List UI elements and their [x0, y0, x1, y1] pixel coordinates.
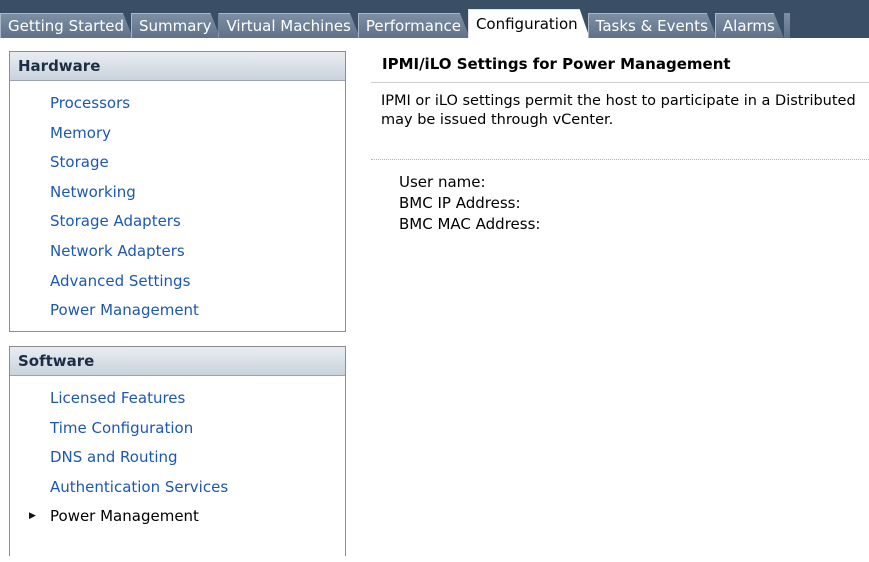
field-bmc-mac-address-label: BMC MAC Address: — [399, 215, 541, 233]
selected-arrow-icon: ▶ — [29, 511, 36, 522]
software-item-power-management-label: Power Management — [50, 507, 199, 526]
software-item-licensed-features[interactable]: Licensed Features — [10, 384, 345, 414]
hardware-panel-header: Hardware — [10, 52, 345, 81]
hardware-item-power-management[interactable]: Power Management — [10, 296, 345, 326]
page-title: IPMI/iLO Settings for Power Management — [382, 55, 731, 73]
software-panel: Software Licensed Features Time Configur… — [9, 346, 346, 556]
software-item-power-management[interactable]: ▶ Power Management — [10, 502, 345, 532]
software-list: Licensed Features Time Configuration DNS… — [10, 376, 345, 562]
tab-bar: Getting Started Summary Virtual Machines… — [0, 0, 869, 38]
dotted-divider — [371, 159, 869, 160]
field-user-name-label: User name: — [399, 173, 486, 191]
hardware-item-storage-adapters[interactable]: Storage Adapters — [10, 207, 345, 237]
tab-virtual-machines[interactable]: Virtual Machines — [218, 13, 359, 38]
software-panel-header: Software — [10, 347, 345, 376]
description-line-2: may be issued through vCenter. — [381, 112, 614, 128]
hardware-list: Processors Memory Storage Networking Sto… — [10, 81, 345, 326]
software-item-dns-and-routing[interactable]: DNS and Routing — [10, 443, 345, 473]
software-item-authentication-services[interactable]: Authentication Services — [10, 473, 345, 503]
tab-getting-started[interactable]: Getting Started — [0, 13, 133, 38]
tab-tasks-events[interactable]: Tasks & Events — [588, 13, 717, 38]
hardware-panel: Hardware Processors Memory Storage Netwo… — [9, 51, 346, 332]
hardware-item-advanced-settings[interactable]: Advanced Settings — [10, 267, 345, 297]
tab-strip: Getting Started Summary Virtual Machines… — [0, 9, 869, 38]
tab-performance[interactable]: Performance — [358, 13, 470, 38]
field-bmc-ip-address-label: BMC IP Address: — [399, 194, 521, 212]
hardware-item-network-adapters[interactable]: Network Adapters — [10, 237, 345, 267]
software-item-time-configuration[interactable]: Time Configuration — [10, 414, 345, 444]
hardware-item-networking[interactable]: Networking — [10, 178, 345, 208]
hardware-item-memory[interactable]: Memory — [10, 119, 345, 149]
ipmi-fields: User name: BMC IP Address: BMC MAC Addre… — [399, 172, 540, 235]
description-line-1: IPMI or iLO settings permit the host to … — [381, 93, 856, 109]
tab-overflow-edge — [783, 13, 790, 38]
tab-summary[interactable]: Summary — [131, 13, 221, 38]
tab-configuration[interactable]: Configuration — [468, 9, 590, 38]
title-divider — [371, 82, 869, 83]
hardware-item-processors[interactable]: Processors — [10, 89, 345, 119]
hardware-item-storage[interactable]: Storage — [10, 148, 345, 178]
description: IPMI or iLO settings permit the host to … — [381, 92, 869, 130]
tab-alarms[interactable]: Alarms — [715, 13, 784, 38]
